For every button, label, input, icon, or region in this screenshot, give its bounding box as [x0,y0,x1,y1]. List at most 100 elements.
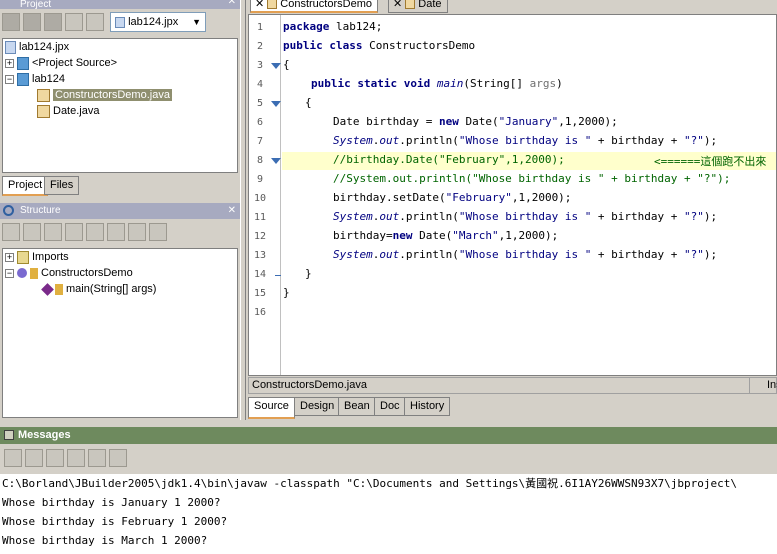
tab-design[interactable]: Design [294,397,341,416]
status-file-name: ConstructorsDemo.java [252,379,367,391]
line-number: 12 [253,231,267,242]
tree-item-method-main[interactable]: main(String[] args) [41,281,156,297]
fold-icon[interactable] [271,63,281,69]
project-panel-title: Project ✕ [0,0,240,9]
line-number: 14 [253,269,267,280]
java-file-icon [37,88,50,102]
struct-sort-button[interactable] [65,223,83,241]
close-project-button[interactable] [2,13,20,31]
code-line-8: //birthday.Date("February",1,2000); [333,153,565,166]
messages-icon [4,430,14,440]
tab-project[interactable]: Project [2,176,49,196]
struct-tool-3-button[interactable] [44,223,62,241]
tab-bean[interactable]: Bean [338,397,376,416]
project-panel: Project ✕ lab124.jpx ▼ lab124.jpx + <Proj… [0,0,240,200]
struct-tool-5-button[interactable] [86,223,104,241]
project-tree: lab124.jpx + <Project Source> − lab124 Con… [2,38,238,173]
export-button[interactable] [109,449,127,467]
package-icon [17,72,29,86]
java-file-icon [37,104,50,118]
line-number: 15 [253,288,267,299]
tree-item-imports[interactable]: + Imports [5,249,69,265]
find-next-button[interactable] [67,449,85,467]
editor-status-bar: ConstructorsDemo.java Ins [248,377,777,394]
tree-item-package-lab124[interactable]: − lab124 [5,71,65,87]
project-toolbar: lab124.jpx ▼ [2,12,238,36]
tab-constructorsdemo[interactable]: ✕ ConstructorsDemo [250,0,378,13]
code-line-1: package lab124; [283,20,383,33]
java-file-icon [267,0,278,10]
line-number: 7 [256,136,264,147]
struct-tool-6-button[interactable] [107,223,125,241]
code-line-9: //System.out.println("Whose birthday is … [333,172,731,185]
structure-icon [3,205,14,216]
vertical-splitter[interactable] [240,0,246,420]
tab-files[interactable]: Files [44,176,80,195]
struct-tool-1-button[interactable] [2,223,20,241]
project-panel-close-icon[interactable]: ✕ [228,0,236,7]
tree-item-date-java[interactable]: Date.java [37,103,99,119]
line-number: 9 [256,174,264,185]
struct-tool-7-button[interactable] [128,223,146,241]
properties-button[interactable] [86,13,104,31]
fold-end-icon [275,275,281,276]
line-number: 13 [253,250,267,261]
add-files-button[interactable] [23,13,41,31]
project-combo[interactable]: lab124.jpx ▼ [110,12,207,32]
code-line-7: System.out.println("Whose birthday is " … [333,134,718,147]
tree-item-constructorsdemo-java[interactable]: ConstructorsDemo.java [37,87,172,103]
copy-button[interactable] [4,449,22,467]
wrap-button[interactable] [88,449,106,467]
messages-title-bar: Messages [0,427,777,444]
code-line-13: System.out.println("Whose birthday is " … [333,248,718,261]
expand-icon[interactable]: + [5,252,14,262]
structure-panel-close-icon[interactable]: ✕ [228,203,236,219]
code-line-4: public static void main(String[] args) [311,77,563,90]
output-line: Whose birthday is March 1 2000? [2,534,208,547]
fold-icon[interactable] [271,158,281,164]
editor-area: ✕ ConstructorsDemo ✕ Date 1 2 3 4 5 6 7 … [246,0,777,420]
code-editor[interactable]: 1 2 3 4 5 6 7 8 9 10 11 12 13 14 15 16 p… [248,14,777,376]
line-number: 10 [253,193,267,204]
line-number: 5 [256,98,264,109]
code-line-6: Date birthday = new Date("January",1,200… [333,115,618,128]
find-button[interactable] [46,449,64,467]
status-divider [749,378,750,394]
tree-item-project-root[interactable]: lab124.jpx [5,39,69,55]
line-number: 16 [253,307,267,318]
status-insert-mode: Ins [767,379,777,391]
structure-panel: Structure ✕ + Imports − ConstructorsDemo m… [0,203,240,420]
project-file-icon [5,40,16,54]
close-tab-icon[interactable]: ✕ [393,0,402,10]
clear-button[interactable] [25,449,43,467]
collapse-icon[interactable]: − [5,268,14,278]
expand-icon[interactable]: + [5,58,14,68]
tree-item-project-source[interactable]: + <Project Source> [5,55,117,71]
code-line-3: { [283,58,290,71]
struct-tool-8-button[interactable] [149,223,167,241]
close-tab-icon[interactable]: ✕ [255,0,264,10]
messages-output[interactable]: C:\Borland\JBuilder2005\jdk1.4\bin\javaw… [0,474,777,554]
line-number: 8 [256,155,264,166]
collapse-icon[interactable]: − [5,74,14,84]
project-file-icon [115,16,126,28]
tab-source[interactable]: Source [248,397,295,419]
code-line-15: } [283,286,290,299]
code-annotation-note: <======這個跑不出來 [654,155,767,168]
fold-icon[interactable] [271,101,281,107]
struct-tool-2-button[interactable] [23,223,41,241]
line-number: 3 [256,60,264,71]
tab-doc[interactable]: Doc [374,397,406,416]
remove-button[interactable] [44,13,62,31]
code-line-14: } [305,267,312,280]
messages-toolbar [4,449,777,473]
method-icon [41,282,54,296]
output-line: C:\Borland\JBuilder2005\jdk1.4\bin\javaw… [2,477,737,490]
tree-item-class[interactable]: − ConstructorsDemo [5,265,133,281]
structure-panel-title: Structure ✕ [0,203,240,219]
tab-history[interactable]: History [404,397,451,416]
refresh-button[interactable] [65,13,83,31]
tab-date[interactable]: ✕ Date [388,0,448,13]
line-number: 11 [253,212,267,223]
output-line: Whose birthday is January 1 2000? [2,496,221,509]
